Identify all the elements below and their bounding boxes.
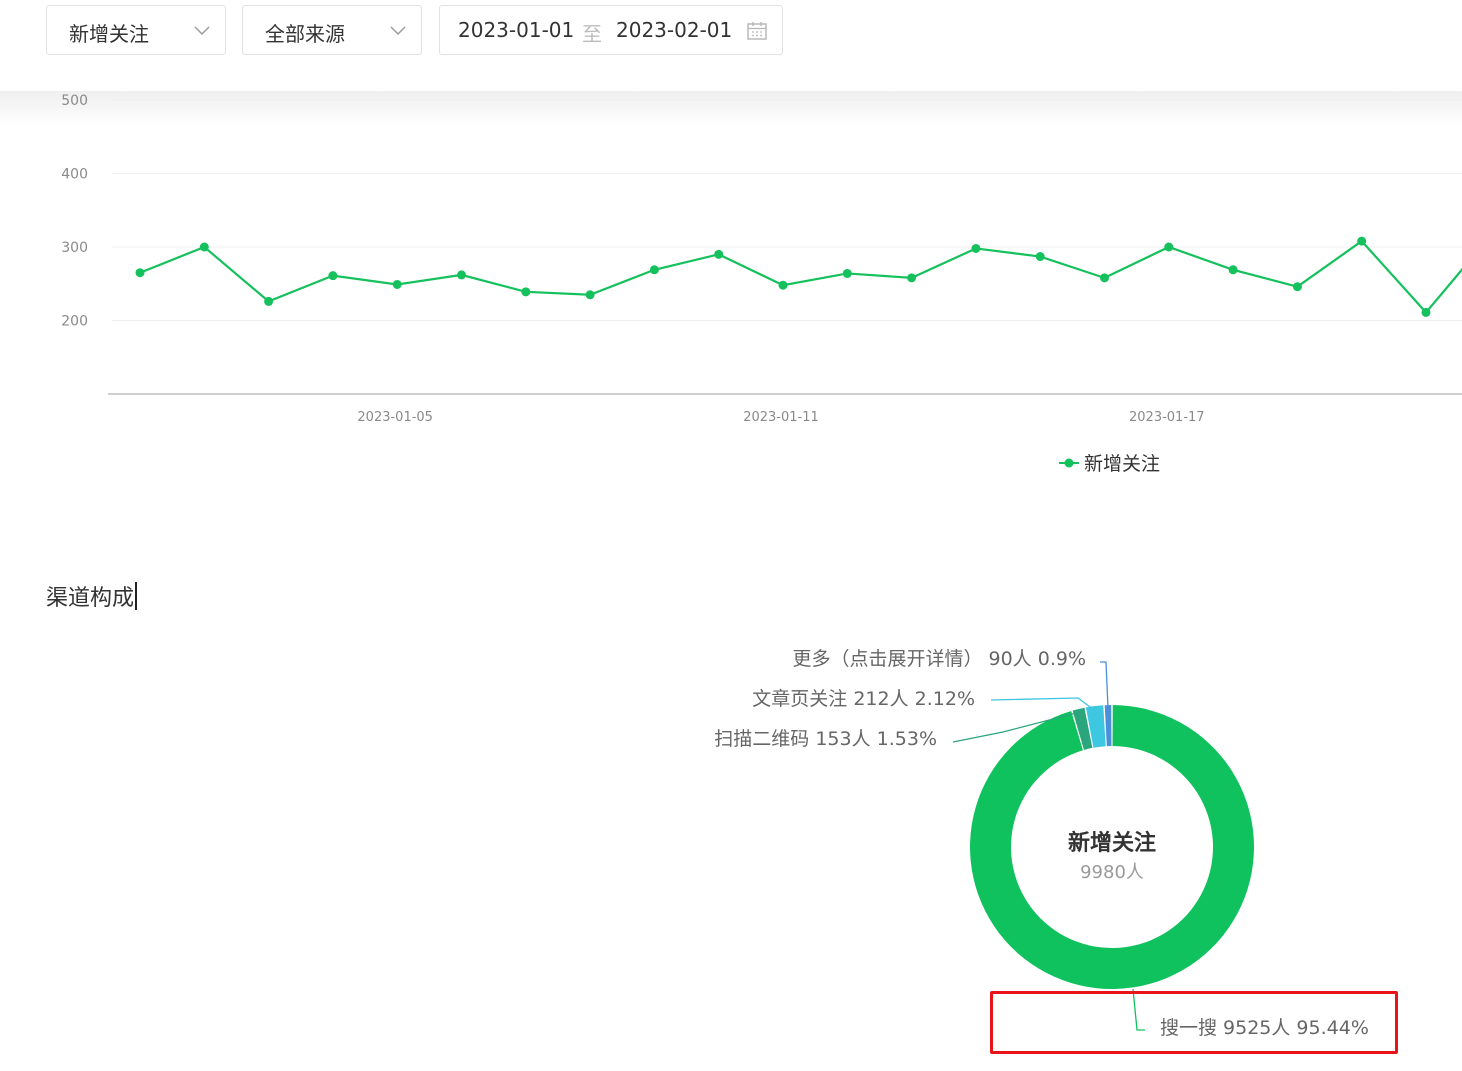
data-point [585, 290, 595, 300]
data-point [842, 268, 852, 278]
date-range-picker[interactable]: 2023-01-01 至 2023-02-01 [439, 5, 783, 55]
y-tick-label: 200 [61, 314, 88, 330]
data-point [1164, 242, 1174, 252]
section-title: 渠道构成 [46, 580, 138, 612]
data-point [264, 296, 274, 306]
metric-select-label: 新增关注 [69, 22, 149, 46]
date-end[interactable]: 2023-02-01 [616, 18, 732, 42]
data-point [907, 273, 917, 283]
source-select[interactable]: 全部来源 [242, 5, 422, 55]
chevron-down-icon [390, 26, 406, 36]
data-point [521, 287, 531, 297]
x-tick-label: 2023-01-05 [357, 410, 433, 425]
y-tick-label: 500 [61, 93, 88, 109]
data-point [778, 280, 788, 290]
slice-label: 文章页关注 212人 2.12% [752, 688, 975, 710]
data-point [714, 249, 724, 259]
chevron-down-icon [194, 26, 210, 36]
data-point [392, 279, 402, 289]
data-point [1292, 282, 1302, 292]
x-tick-label: 2023-01-11 [743, 410, 819, 425]
data-point [1357, 236, 1367, 246]
data-point [1035, 252, 1045, 262]
data-point [457, 270, 466, 280]
data-point [971, 243, 981, 253]
data-point [199, 242, 209, 252]
data-point [1100, 273, 1109, 283]
highlight-box [990, 991, 1398, 1054]
date-start[interactable]: 2023-01-01 [458, 18, 574, 42]
data-point [1228, 265, 1238, 275]
slice-label: 扫描二维码 153人 1.53% [714, 728, 937, 750]
data-point [135, 268, 145, 278]
y-tick-label: 300 [61, 240, 88, 256]
line-chart: 200 300 400 500 2023-01-05 2023-01-11 2023-01-… [61, 93, 1462, 475]
y-tick-label: 400 [61, 167, 88, 183]
section-title-text: 渠道构成 [46, 586, 135, 611]
donut-slice [1104, 705, 1112, 747]
data-point [328, 271, 338, 281]
data-point [1421, 307, 1431, 317]
legend-marker [1064, 458, 1074, 468]
donut-center-value: 9980人 [1080, 862, 1144, 883]
x-tick-label: 2023-01-17 [1129, 410, 1205, 425]
source-select-label: 全部来源 [265, 22, 345, 46]
text-caret [135, 582, 138, 610]
calendar-icon[interactable] [746, 20, 768, 42]
date-separator: 至 [582, 22, 602, 46]
metric-select[interactable]: 新增关注 [46, 5, 226, 55]
slice-leader-line [1100, 661, 1109, 709]
data-point [649, 265, 659, 275]
legend-label: 新增关注 [1084, 453, 1160, 475]
donut-center-title: 新增关注 [1068, 830, 1156, 856]
slice-leader-line [990, 697, 1095, 711]
slice-label: 更多（点击展开详情） 90人 0.9% [792, 648, 1086, 670]
